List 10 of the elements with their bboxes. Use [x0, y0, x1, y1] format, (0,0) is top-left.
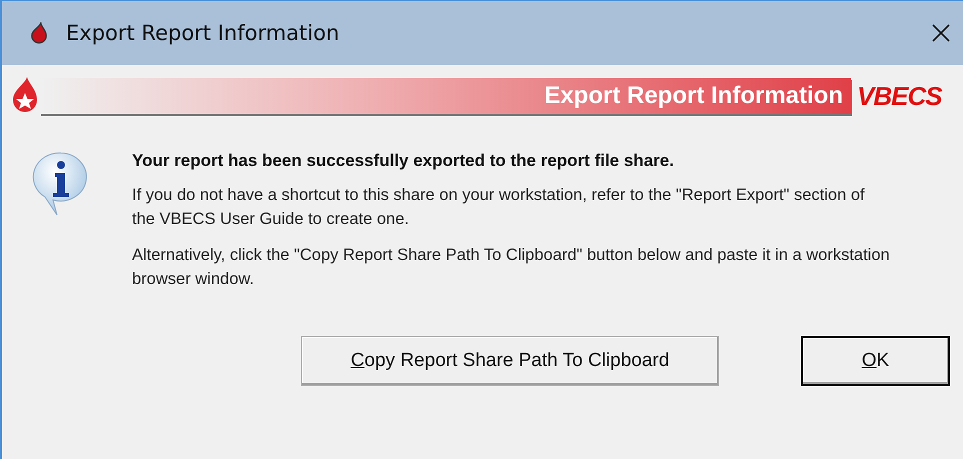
copy-path-button[interactable]: Copy Report Share Path To Clipboard: [301, 336, 719, 386]
close-icon[interactable]: [931, 23, 951, 43]
message-text: If you do not have a shortcut to this share on your workstation, refer to the "Report Export" section of the VBECS User Guide to create one.: [132, 185, 866, 230]
logo: VBECS: [857, 80, 944, 112]
ok-button[interactable]: OK: [801, 336, 950, 386]
window-title: Export Report Information: [66, 21, 340, 45]
drop-icon: [30, 22, 48, 44]
message-heading: Your report has been successfully exported to the report file share.: [132, 151, 675, 171]
banner-title: Export Report Information: [544, 82, 843, 110]
message-text: Alternatively, click the "Copy Report Share Path To Clipboard" button below and paste it in a workstation browser window.: [132, 245, 891, 290]
